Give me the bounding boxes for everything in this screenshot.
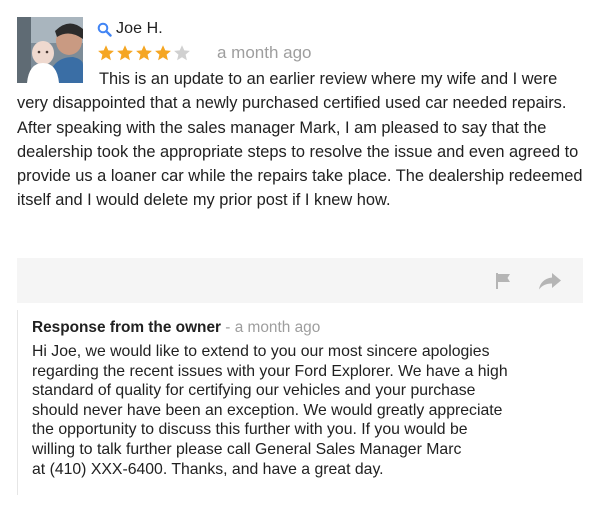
star-empty-icon [174, 45, 190, 61]
reviewer-name[interactable]: Joe H. [116, 20, 163, 38]
owner-response: Response from the owner - a month ago Hi… [17, 310, 584, 495]
owner-response-line: the opportunity to discuss this further … [32, 421, 468, 439]
star-filled-icon [98, 45, 114, 61]
owner-response-line: at (410) XXX-6400. Thanks, and have a gr… [32, 460, 384, 478]
reviewer-row: Joe H. [97, 18, 163, 40]
owner-response-date: a month ago [234, 319, 321, 336]
owner-response-line: regarding the recent issues with your Fo… [32, 362, 508, 380]
owner-response-text: Hi Joe, we would like to extend to you o… [32, 342, 584, 479]
owner-response-line: should never have been an exception. We … [32, 401, 503, 419]
owner-response-separator: - [221, 319, 235, 336]
owner-response-heading: Response from the owner - a month ago [32, 318, 320, 338]
review-text: This is an update to an earlier review w… [17, 70, 583, 210]
owner-response-label: Response from the owner [32, 319, 221, 336]
flag-icon[interactable] [493, 271, 513, 291]
rating-row: a month ago [97, 42, 312, 64]
review-action-bar [17, 258, 583, 303]
owner-response-line: Hi Joe, we would like to extend to you o… [32, 343, 490, 360]
share-icon[interactable] [538, 271, 562, 291]
star-filled-icon [117, 45, 133, 61]
owner-response-line: willing to talk further please call Gene… [32, 440, 462, 458]
owner-response-line: standard of quality for certifying our v… [32, 382, 476, 400]
star-filled-icon [136, 45, 152, 61]
search-icon [97, 22, 112, 37]
star-rating [97, 44, 192, 62]
star-filled-icon [155, 45, 171, 61]
review-date: a month ago [217, 43, 312, 62]
